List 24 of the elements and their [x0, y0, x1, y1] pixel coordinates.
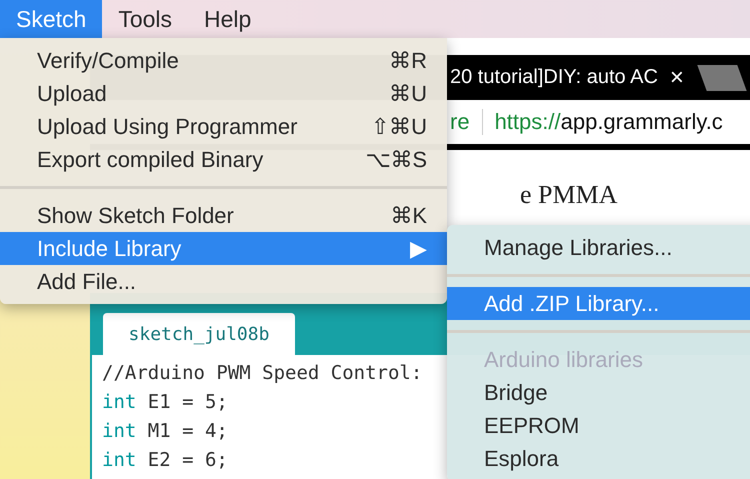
code-line: //Arduino PWM Speed Control:	[102, 361, 422, 386]
menu-bar-item[interactable]: Help	[188, 0, 268, 38]
menu-section-header: Arduino libraries	[483, 346, 644, 374]
menu-item[interactable]: Add .ZIP Library...	[447, 287, 750, 320]
menu-item[interactable]: Esplora	[447, 442, 750, 475]
menu-item[interactable]: Show Sketch Folder ⌘K	[0, 199, 447, 232]
menu-bar-item[interactable]: Sketch	[0, 0, 102, 38]
menu-item[interactable]: Include Library ▶	[0, 232, 447, 265]
browser-tab[interactable]: 20 tutorial]DIY: auto AC	[450, 66, 658, 89]
editor-tab[interactable]: sketch_jul08b	[103, 313, 295, 355]
tab-close-button[interactable]: ×	[670, 64, 684, 92]
menu-item[interactable]: Manage Libraries...	[447, 231, 750, 264]
menu-item[interactable]: EEPROM	[447, 409, 750, 442]
menu-item[interactable]: Bridge	[447, 376, 750, 409]
page-heading: e PMMA	[520, 180, 618, 210]
menu-item[interactable]: Add File...	[0, 265, 447, 298]
menu-item[interactable]: Verify/Compile ⌘R	[0, 44, 447, 77]
menu-bar-item[interactable]: Tools	[102, 0, 188, 38]
code-line: int M1 = 4;	[102, 419, 228, 444]
code-line: int E2 = 6;	[102, 448, 228, 473]
code-line: int E1 = 5;	[102, 390, 228, 415]
menu-item[interactable]: Upload Using Programmer ⇧⌘U	[0, 110, 447, 143]
menu-item[interactable]: Upload ⌘U	[0, 77, 447, 110]
menu-item[interactable]: Export compiled Binary ⌥⌘S	[0, 143, 447, 176]
